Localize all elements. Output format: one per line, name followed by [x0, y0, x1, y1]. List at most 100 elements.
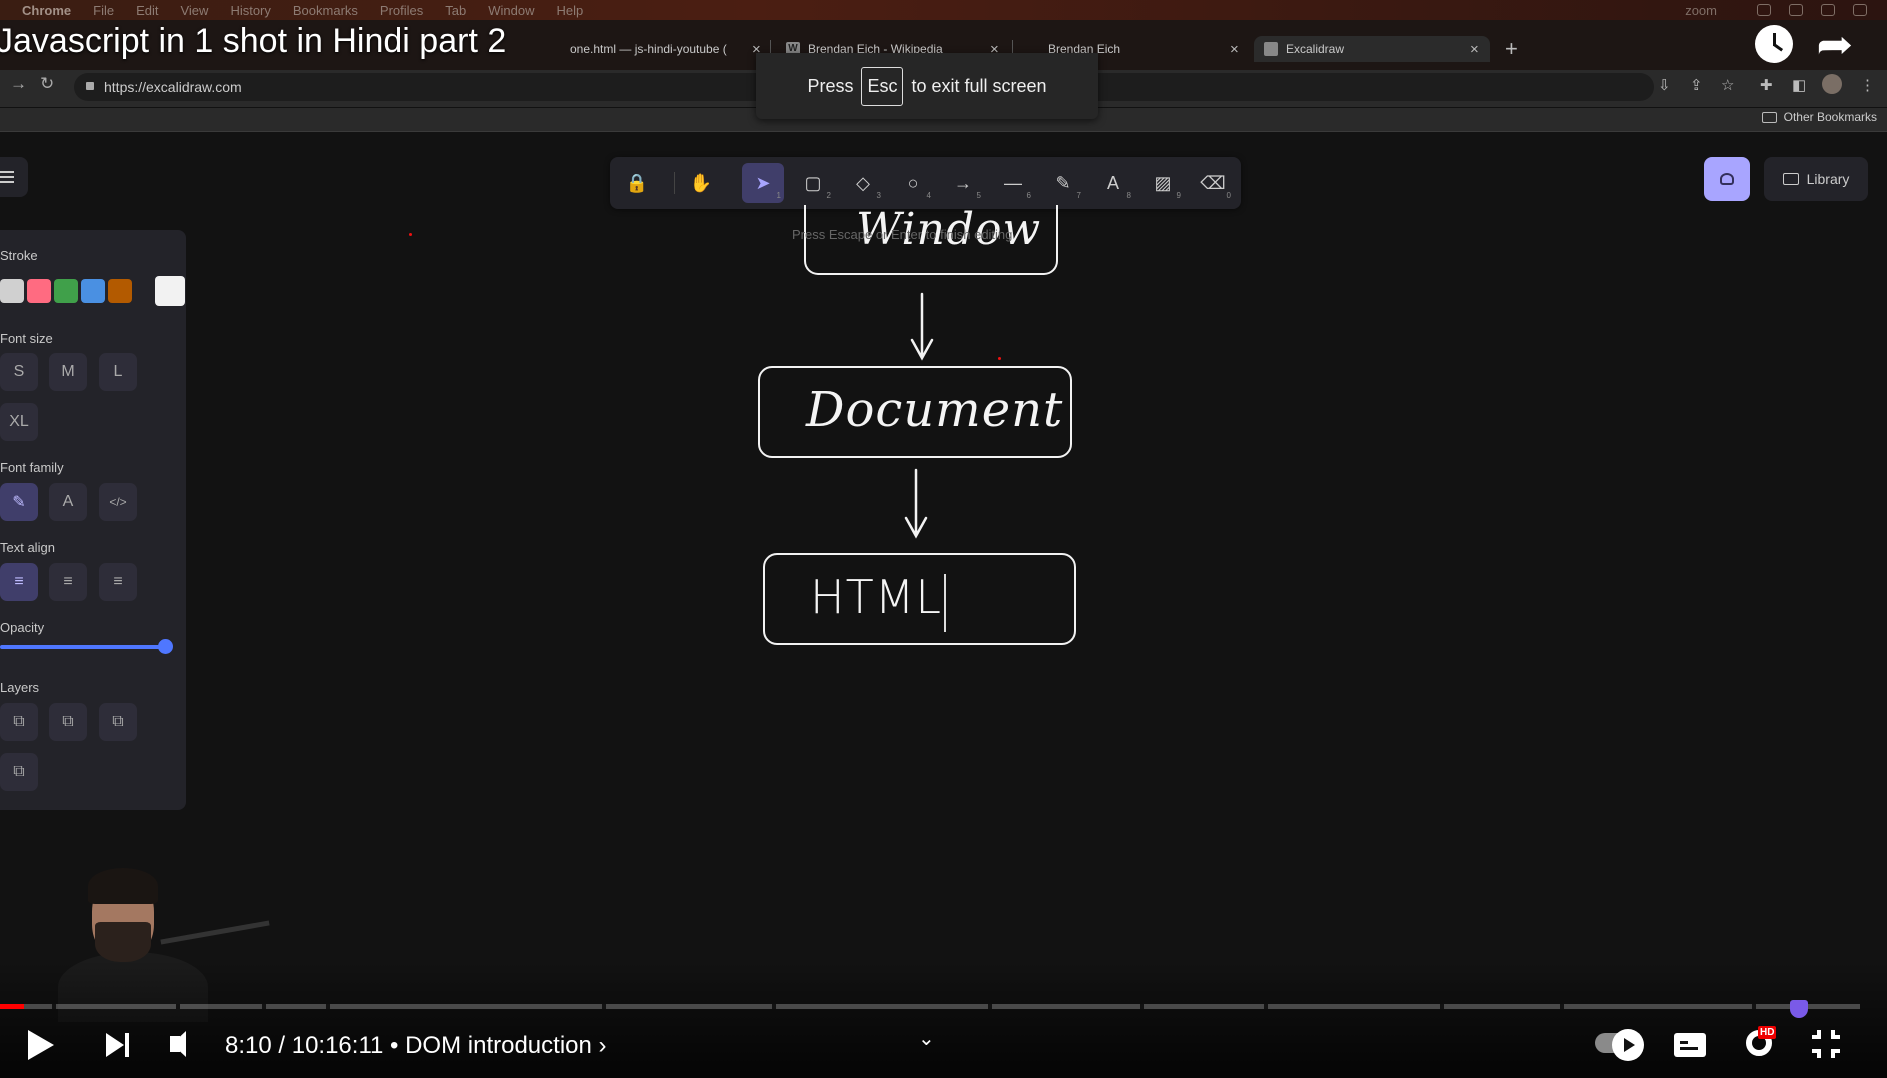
other-bookmarks[interactable]: Other Bookmarks	[1761, 110, 1877, 124]
opacity-slider-thumb[interactable]	[158, 639, 173, 654]
stroke-label: Stroke	[0, 248, 38, 263]
video-progress-played[interactable]	[0, 1004, 24, 1009]
font-size-l-button[interactable]: L	[99, 353, 137, 391]
presenter-beard	[95, 922, 151, 962]
side-panel-icon[interactable]: ◧	[1792, 76, 1806, 94]
align-right-button[interactable]: ≡	[99, 563, 137, 601]
browser-tab-active[interactable]: Excalidraw	[1254, 36, 1490, 62]
new-tab-icon[interactable]: +	[1505, 36, 1518, 62]
fullscreen-exit-toast: Press Esc to exit full screen	[756, 53, 1098, 119]
shortcut-key: 9	[1176, 191, 1181, 200]
bring-forward-button[interactable]: ⧉	[99, 703, 137, 741]
toast-press-text: Press	[807, 75, 854, 96]
status-icon[interactable]	[1757, 4, 1771, 16]
menubar-bookmarks[interactable]: Bookmarks	[293, 3, 358, 18]
diamond-tool-button[interactable]: ◇ 3	[842, 163, 884, 203]
menubar-file[interactable]: File	[93, 3, 114, 18]
eraser-tool-button[interactable]: ⌫ 0	[1192, 163, 1234, 203]
profile-avatar[interactable]	[1822, 74, 1842, 94]
library-button[interactable]: Library	[1764, 157, 1868, 201]
next-video-icon[interactable]	[106, 1033, 124, 1057]
arrow-document-to-html[interactable]	[904, 468, 928, 539]
video-title[interactable]: Javascript in 1 shot in Hindi part 2	[0, 22, 506, 61]
send-backward-button[interactable]: ⧉	[49, 703, 87, 741]
font-hand-drawn-button[interactable]: ✎	[0, 483, 38, 521]
stroke-color-swatch[interactable]	[108, 279, 132, 303]
zoom-status[interactable]: zoom	[1685, 3, 1717, 18]
arrow-window-to-document[interactable]	[910, 292, 934, 361]
subtitles-icon[interactable]	[1674, 1033, 1706, 1057]
text-tool-button[interactable]: A8	[1092, 163, 1134, 203]
share-icon[interactable]: ➦	[1816, 22, 1853, 68]
browser-tab[interactable]: one.html — js-hindi-youtube (	[570, 36, 727, 62]
extensions-icon[interactable]: ✚	[1760, 76, 1773, 94]
stroke-color-swatch[interactable]	[81, 279, 105, 303]
menubar-history[interactable]: History	[230, 3, 270, 18]
collaborate-button[interactable]	[1704, 157, 1750, 201]
bring-to-front-icon: ⧉	[13, 763, 25, 780]
stroke-color-swatch[interactable]	[54, 279, 78, 303]
wifi-icon[interactable]	[1853, 4, 1867, 16]
menubar-view[interactable]: View	[180, 3, 208, 18]
code-icon: </>	[109, 495, 127, 509]
browser-menu-icon[interactable]: ⋮	[1860, 76, 1875, 94]
font-size-m-button[interactable]: M	[49, 353, 87, 391]
chapter-marker	[326, 1004, 330, 1009]
html-node-label[interactable]: HTML	[810, 570, 942, 624]
line-tool-button[interactable]: —6	[992, 163, 1034, 203]
chapter-title[interactable]: • DOM introduction ›	[390, 1032, 606, 1059]
screen-record-icon[interactable]	[1821, 4, 1835, 16]
align-right-icon: ≡	[113, 573, 123, 590]
menubar-app-name[interactable]: Chrome	[22, 3, 71, 18]
hand-tool-button[interactable]: ✋	[680, 163, 722, 203]
document-node-label[interactable]: Document	[806, 382, 1063, 438]
send-to-back-button[interactable]: ⧉	[0, 703, 38, 741]
video-progress-bar[interactable]	[0, 1004, 1860, 1009]
chevron-down-icon[interactable]: ⌄	[918, 1026, 935, 1051]
ellipse-tool-button[interactable]: ○ 4	[892, 163, 934, 203]
menubar-tab[interactable]: Tab	[445, 3, 466, 18]
install-icon[interactable]: ⇩	[1658, 76, 1671, 94]
menubar-edit[interactable]: Edit	[136, 3, 158, 18]
main-menu-button[interactable]	[0, 157, 28, 197]
menubar-window[interactable]: Window	[488, 3, 534, 18]
stroke-color-swatch[interactable]	[0, 279, 24, 303]
align-center-button[interactable]: ≡	[49, 563, 87, 601]
font-size-xl-button[interactable]: XL	[0, 403, 38, 441]
menubar-profiles[interactable]: Profiles	[380, 3, 423, 18]
exit-fullscreen-icon[interactable]	[1812, 1030, 1840, 1058]
microphone-arm	[160, 920, 270, 945]
arrow-tool-button[interactable]: → 5	[942, 163, 984, 203]
play-icon[interactable]	[28, 1030, 54, 1060]
reload-icon[interactable]: ↻	[40, 74, 54, 94]
font-normal-button[interactable]: A	[49, 483, 87, 521]
pencil-tool-button[interactable]: ✎ 7	[1042, 163, 1084, 203]
selection-tool-button[interactable]: ➤ 1	[742, 163, 784, 203]
lock-icon[interactable]	[86, 82, 94, 90]
opacity-label: Opacity	[0, 620, 45, 635]
lock-tool-button[interactable]: 🔒	[616, 163, 658, 203]
toolbar-divider	[674, 172, 675, 194]
image-tool-button[interactable]: ▨ 9	[1142, 163, 1184, 203]
corner	[1812, 1049, 1821, 1058]
bookmark-star-icon[interactable]: ☆	[1721, 76, 1734, 94]
lock-icon: 🔒	[625, 172, 649, 193]
status-icon[interactable]	[1789, 4, 1803, 16]
send-to-back-icon: ⧉	[13, 713, 25, 730]
menubar-help[interactable]: Help	[557, 3, 584, 18]
watch-later-icon[interactable]	[1755, 25, 1793, 63]
share-page-icon[interactable]: ⇪	[1690, 76, 1703, 94]
font-code-button[interactable]: </>	[99, 483, 137, 521]
opacity-slider[interactable]	[0, 645, 168, 649]
forward-icon[interactable]: →	[10, 74, 27, 94]
autoplay-toggle-knob[interactable]	[1612, 1029, 1644, 1061]
align-left-button[interactable]: ≡	[0, 563, 38, 601]
sponsor-shield-icon[interactable]	[1790, 1000, 1808, 1018]
bring-to-front-button[interactable]: ⧉	[0, 753, 38, 791]
stroke-color-swatch[interactable]	[27, 279, 51, 303]
chapter-marker	[176, 1004, 180, 1009]
font-size-s-button[interactable]: S	[0, 353, 38, 391]
current-stroke-color[interactable]	[155, 276, 185, 306]
pencil-icon: ✎	[12, 494, 26, 511]
rectangle-tool-button[interactable]: ▢ 2	[792, 163, 834, 203]
